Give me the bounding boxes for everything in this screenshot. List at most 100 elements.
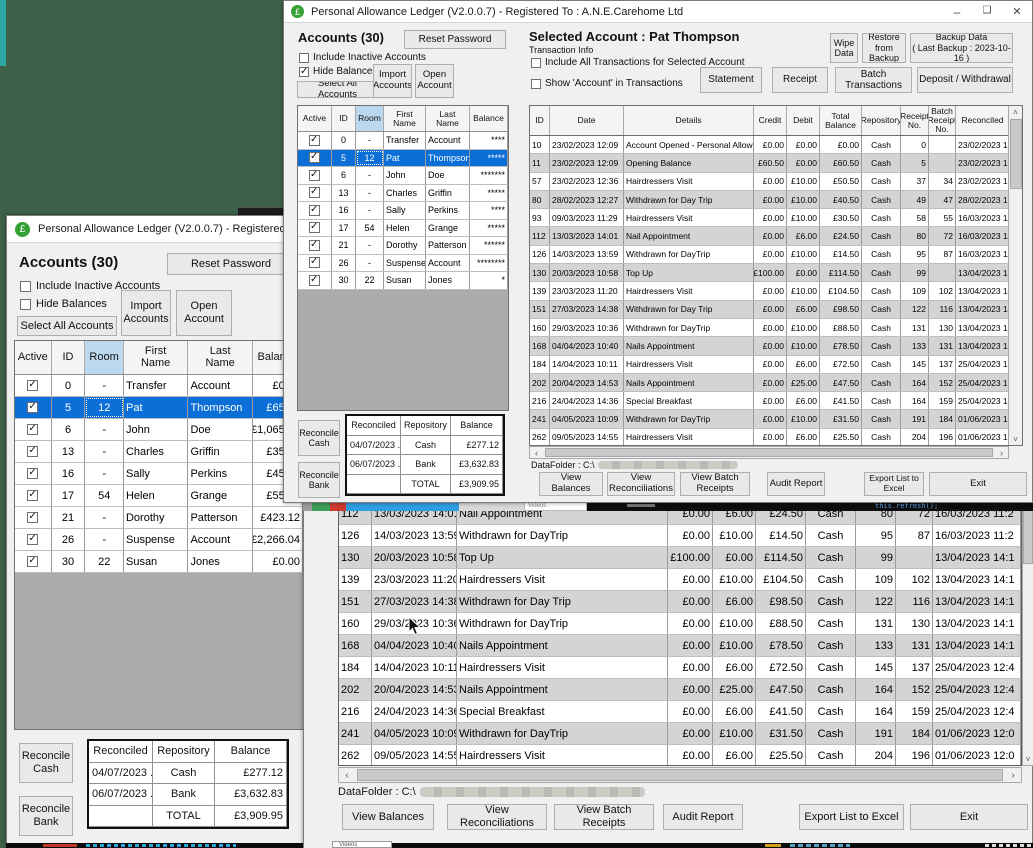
reset-password-button[interactable]: Reset Password (404, 30, 506, 49)
account-row[interactable]: 21-DorothyPatterson****** (298, 237, 508, 255)
account-row[interactable]: 26-SuspenseAccount******** (298, 255, 508, 273)
active-checkbox[interactable] (309, 275, 320, 286)
active-checkbox[interactable] (309, 222, 320, 233)
column-header[interactable]: First Name (124, 341, 189, 374)
import-accounts-button[interactable]: Import Accounts (121, 290, 171, 336)
transaction-row[interactable]: 1023/02/2023 12:09Account Opened - Perso… (530, 136, 1022, 154)
account-row[interactable]: 16-SallyPerkins£45.00 (15, 463, 303, 485)
backup-data-button[interactable]: Backup Data ( Last Backup : 2023-10-16 ) (910, 33, 1013, 63)
active-checkbox[interactable] (309, 257, 320, 268)
transaction-row[interactable]: 13923/03/2023 11:20Hairdressers Visit£0.… (530, 282, 1022, 300)
transactions-vscrollbar-back[interactable]: ˅ (1022, 502, 1033, 766)
recon-row[interactable]: TOTAL£3,909.95 (89, 806, 287, 828)
active-checkbox[interactable] (27, 556, 38, 567)
active-checkbox[interactable] (27, 490, 38, 501)
minimize-button[interactable]: – (942, 5, 972, 19)
transactions-hscrollbar-back[interactable]: ‹ › (338, 767, 1022, 783)
column-header[interactable]: Debit (787, 106, 820, 135)
transaction-row[interactable]: 16029/03/2023 10:36Withdrawn for DayTrip… (530, 319, 1022, 337)
statement-button[interactable]: Statement (700, 67, 762, 93)
maximize-button[interactable]: ❑ (972, 5, 1002, 19)
column-header[interactable]: Balance (470, 106, 508, 131)
active-checkbox[interactable] (27, 380, 38, 391)
column-header[interactable]: Last Name (426, 106, 470, 131)
transaction-row[interactable]: 8028/02/2023 12:27Withdrawn for Day Trip… (530, 191, 1022, 209)
active-checkbox[interactable] (309, 135, 320, 146)
active-checkbox[interactable] (309, 170, 320, 181)
select-all-accounts-button[interactable]: Select All Accounts (297, 81, 378, 98)
column-header[interactable]: Active (298, 106, 332, 131)
account-row[interactable]: 6-JohnDoe******* (298, 167, 508, 185)
account-row[interactable]: 512PatThompson£65.00 (15, 397, 303, 419)
active-checkbox[interactable] (27, 534, 38, 545)
include-inactive-checkbox[interactable] (20, 281, 31, 292)
active-checkbox[interactable] (27, 446, 38, 457)
show-account-checkbox[interactable] (531, 79, 541, 89)
transaction-row[interactable]: 24104/05/2023 10:09Withdrawn for DayTrip… (339, 723, 1021, 745)
account-row[interactable]: 6-JohnDoe£1,065.00 (15, 419, 303, 441)
hide-balances-row[interactable]: Hide Balances (299, 66, 377, 77)
exit-button[interactable]: Exit (929, 472, 1027, 496)
column-header[interactable]: Date (550, 106, 624, 135)
recon-row[interactable]: TOTAL£3,909.95 (347, 475, 503, 495)
export-list-to-excel-button[interactable]: Export List to Excel (799, 804, 904, 830)
reconcile-cash-button[interactable]: Reconcile Cash (298, 420, 340, 456)
active-checkbox[interactable] (27, 424, 38, 435)
close-button[interactable]: ✕ (1002, 5, 1032, 19)
transaction-row[interactable]: 15127/03/2023 14:38Withdrawn for Day Tri… (339, 591, 1021, 613)
column-header[interactable]: Repository (862, 106, 901, 135)
active-checkbox[interactable] (27, 468, 38, 479)
transactions-grid-back[interactable]: 11213/03/2023 14:01Nail Appointment£0.00… (338, 502, 1022, 766)
account-row[interactable]: 1754HelenGrange***** (298, 220, 508, 238)
account-row[interactable]: 512PatThompson***** (298, 150, 508, 168)
include-inactive-row[interactable]: Include Inactive Accounts (299, 52, 426, 63)
account-row[interactable]: 3022SusanJones£0.00 (15, 551, 303, 573)
hide-balances-checkbox[interactable] (20, 299, 31, 310)
column-header[interactable]: Reconciled (956, 106, 1010, 135)
hide-balances-checkbox[interactable] (299, 67, 309, 77)
reset-password-button[interactable]: Reset Password (167, 253, 295, 275)
reconcile-bank-button[interactable]: Reconcile Bank (19, 796, 73, 836)
transactions-grid[interactable]: IDDateDetailsCreditDebitTotal BalanceRep… (529, 105, 1023, 446)
active-checkbox[interactable] (309, 187, 320, 198)
open-account-button[interactable]: Open Account (176, 290, 232, 336)
recon-row[interactable]: 06/07/2023 ...Bank£3,632.83 (347, 455, 503, 475)
account-row[interactable]: 0-TransferAccount£0.00 (15, 375, 303, 397)
column-header[interactable]: Active (15, 341, 52, 374)
batch-transactions-button[interactable]: Batch Transactions (835, 67, 912, 93)
active-checkbox[interactable] (27, 512, 38, 523)
transaction-row[interactable]: 13020/03/2023 10:58Top Up£100.00£0.00£11… (530, 264, 1022, 282)
column-header[interactable]: Last Name (188, 341, 253, 374)
active-checkbox[interactable] (309, 152, 320, 163)
account-row[interactable]: 16-SallyPerkins**** (298, 202, 508, 220)
transaction-row[interactable]: 13923/03/2023 11:20Hairdressers Visit£0.… (339, 569, 1021, 591)
account-row[interactable]: 0-TransferAccount**** (298, 132, 508, 150)
recon-row[interactable]: 04/07/2023 ...Cash£277.12 (347, 436, 503, 456)
account-row[interactable]: 13-CharlesGriffin***** (298, 185, 508, 203)
transaction-row[interactable]: 21624/04/2023 14:36Special Breakfast£0.0… (530, 392, 1022, 410)
show-account-row[interactable]: Show 'Account' in Transactions (531, 78, 683, 89)
column-header[interactable]: Credit (754, 106, 787, 135)
receipt-button[interactable]: Receipt (772, 67, 828, 93)
transaction-row[interactable]: 20220/04/2023 14:53Nails Appointment£0.0… (339, 679, 1021, 701)
open-account-button[interactable]: Open Account (415, 64, 454, 98)
transaction-row[interactable]: 26209/05/2023 14:55Hairdressers Visit£0.… (530, 429, 1022, 446)
transaction-row[interactable]: 21624/04/2023 14:36Special Breakfast£0.0… (339, 701, 1021, 723)
transaction-row[interactable]: 5723/02/2023 12:36Hairdressers Visit£0.0… (530, 173, 1022, 191)
view-reconciliations-button[interactable]: View Reconciliations (607, 472, 675, 496)
restore-from-backup-button[interactable]: Restore from Backup (862, 33, 906, 63)
transaction-row[interactable]: 16804/04/2023 10:40Nails Appointment£0.0… (339, 635, 1021, 657)
account-row[interactable]: 13-CharlesGriffin£35.00 (15, 441, 303, 463)
exit-button[interactable]: Exit (910, 804, 1028, 830)
transaction-row[interactable]: 12614/03/2023 13:59Withdrawn for DayTrip… (339, 525, 1021, 547)
audit-report-button[interactable]: Audit Report (767, 472, 825, 496)
transaction-row[interactable]: 16804/04/2023 10:40Nails Appointment£0.0… (530, 337, 1022, 355)
column-header[interactable]: Room (85, 341, 124, 374)
active-checkbox[interactable] (309, 205, 320, 216)
reconcile-bank-button[interactable]: Reconcile Bank (298, 462, 340, 498)
active-checkbox[interactable] (27, 402, 38, 413)
hide-balances-row[interactable]: Hide Balances (20, 298, 107, 310)
accounts-grid[interactable]: ActiveIDRoomFirst NameLast NameBalance 0… (14, 340, 304, 730)
deposit-withdrawal-button[interactable]: Deposit / Withdrawal (917, 67, 1013, 93)
transaction-row[interactable]: 20220/04/2023 14:53Nails Appointment£0.0… (530, 374, 1022, 392)
